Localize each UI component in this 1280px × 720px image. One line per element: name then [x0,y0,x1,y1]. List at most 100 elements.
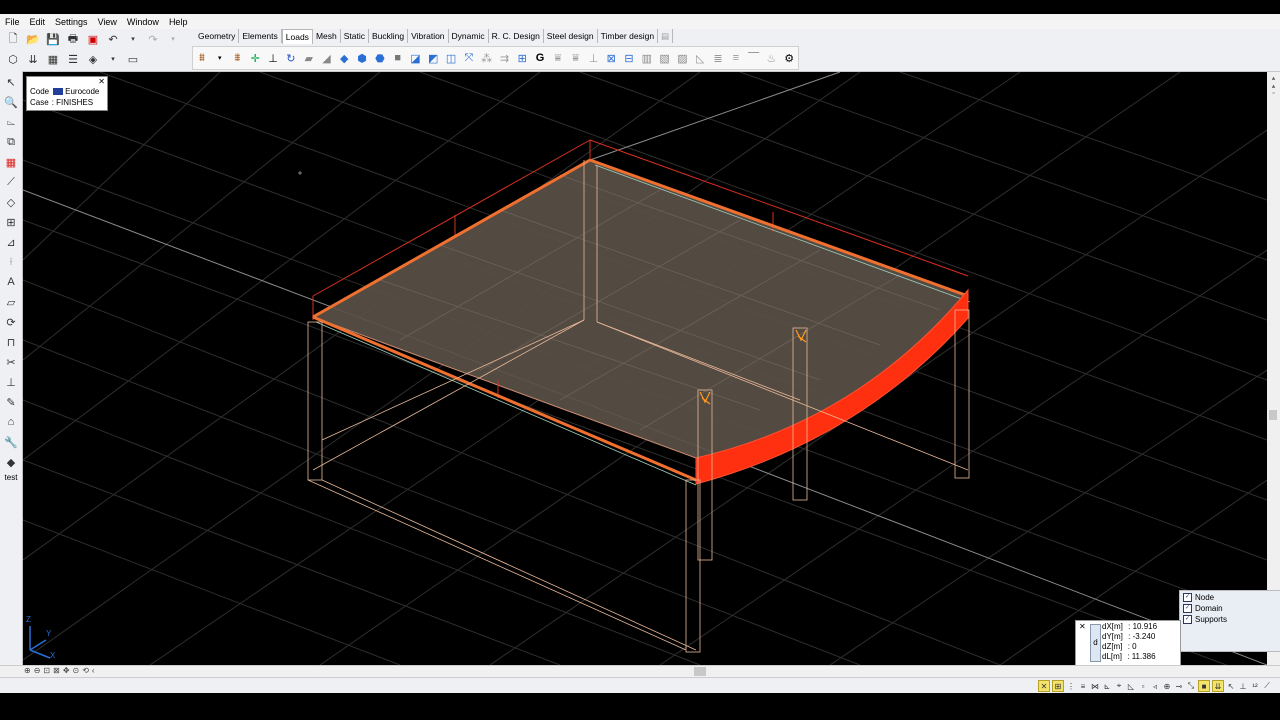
info-diamond-icon[interactable]: ◆ [2,453,20,471]
vertical-scrollbar[interactable]: ▴ ▴ ▫ [1267,72,1280,665]
combination-icon[interactable]: ⩸ [550,50,565,66]
grid-icon[interactable]: ⊞ [2,213,20,231]
rotate-view-icon[interactable]: ⟲ [82,666,89,675]
column-icon[interactable]: ⊓ [2,333,20,351]
redo-icon[interactable]: ↷ [145,31,161,47]
model-drawing[interactable] [23,72,1267,665]
menu-file[interactable]: File [0,17,25,27]
menu-help[interactable]: Help [164,17,193,27]
checkbox-icon[interactable]: ✓ [1183,592,1192,602]
tab-rc-design[interactable]: R. C. Design [488,29,544,43]
list-icon[interactable]: ☰ [65,51,81,67]
beam-icon[interactable]: ⟋ [2,173,20,191]
model-dropdown-icon[interactable]: ▾ [105,51,121,67]
layer-node[interactable]: ✓ Node [1180,592,1280,602]
tab-static[interactable]: Static [340,29,369,43]
zoom-out-icon[interactable]: ⊖ [34,666,41,675]
block-load-icon[interactable]: ■ [390,50,405,66]
tab-loads[interactable]: Loads [281,29,313,44]
flat-icon[interactable]: ⎺ [746,50,761,66]
pan-icon[interactable]: ✥ [63,666,70,675]
imposed-load-icon[interactable]: ⊞ [515,50,530,66]
cursor-icon[interactable]: ↖ [1226,681,1236,691]
window-icon[interactable]: ▭ [125,51,141,67]
load-group-icon[interactable]: ⩩ [230,50,245,66]
checkbox-icon[interactable]: ✓ [1183,614,1192,624]
checkbox-icon[interactable]: ✓ [1183,603,1192,613]
object-snap-icon[interactable]: ⊕ [1162,681,1172,691]
load-case-dropdown-icon[interactable]: ▾ [212,50,227,66]
collapse-icon[interactable]: ‹ [92,666,95,675]
fire-icon[interactable]: ♨ [764,50,779,66]
tab-steel-design[interactable]: Steel design [543,29,598,43]
slope-icon[interactable]: ◺ [693,50,708,66]
table-icon[interactable]: ▦ [45,51,61,67]
snap-mid-icon[interactable]: ⋈ [1090,681,1100,691]
save-icon[interactable]: 💾 [45,31,61,47]
new-file-icon[interactable]: 🗋 [5,31,21,47]
tab-buckling[interactable]: Buckling [369,29,409,43]
scroll-up-2-icon[interactable]: ▴ [1267,82,1280,90]
load-case-icon[interactable]: ⩩ [195,50,210,66]
frame-2-icon[interactable]: ▧ [657,50,672,66]
settings-icon[interactable]: ⚙ [782,50,797,66]
layer-toggle-icon[interactable]: ■ [1198,680,1210,692]
tab-mesh[interactable]: Mesh [312,29,341,43]
frame-3-icon[interactable]: ▨ [675,50,690,66]
pencil-icon[interactable]: ✎ [2,393,20,411]
menu-window[interactable]: Window [122,17,164,27]
polar-icon[interactable]: ◃ [1150,681,1160,691]
temperature-load-icon[interactable]: ⁂ [479,50,494,66]
snap-line-icon[interactable]: ≡ [1078,681,1088,691]
snap-tangent-icon[interactable]: ⌖ [1114,681,1124,691]
line-load-icon[interactable]: ⊥ [266,50,281,66]
units-icon[interactable]: ¹² [1250,681,1260,691]
layer-supports[interactable]: ✓ Supports [1180,614,1280,624]
gravity-icon[interactable]: G [533,50,548,66]
load-icon[interactable]: ⇊ [25,51,41,67]
model-viewport[interactable] [23,72,1267,665]
rotate-icon[interactable]: ⟳ [2,313,20,331]
tab-elements[interactable]: Elements [239,29,282,43]
resize-grip-icon[interactable]: ⟋ [1262,681,1272,691]
frame-icon[interactable]: ▥ [639,50,654,66]
tracking-icon[interactable]: ⊸ [1174,681,1184,691]
color-palette-icon[interactable]: ▦ [2,153,20,171]
zoom-previous-icon[interactable]: ⊙ [73,666,80,675]
zoom-icon[interactable]: 🔍 [2,93,20,111]
redo-dropdown-icon[interactable]: ▾ [165,31,181,47]
support-icon[interactable]: ⊥ [2,373,20,391]
snow-load-icon[interactable]: ◫ [444,50,459,66]
load-display-icon[interactable]: ⇊ [1212,680,1224,692]
snap-off-icon[interactable]: ✕ [1038,680,1050,692]
scroll-thumb[interactable] [1269,410,1277,420]
snap-grid-icon[interactable]: ⊞ [1052,680,1064,692]
scroll-up-icon[interactable]: ▴ [1267,74,1280,82]
print-icon[interactable]: 🖶 [65,31,81,47]
zoom-in-icon[interactable]: ⊕ [24,666,31,675]
group-icon[interactable]: ⊠ [604,50,619,66]
node-icon[interactable]: ◇ [2,193,20,211]
slab-icon[interactable]: ▱ [2,293,20,311]
ortho-icon[interactable]: ▫ [1138,681,1148,691]
zoom-all-icon[interactable]: ⊠ [53,666,60,675]
hscroll-thumb[interactable] [694,667,706,676]
tools-icon[interactable]: 🔧 [2,433,20,451]
menu-settings[interactable]: Settings [50,17,93,27]
close-icon[interactable]: ✕ [98,77,105,86]
moving-load-icon[interactable]: ⇉ [497,50,512,66]
dyn-icon[interactable]: ⤡ [1186,681,1196,691]
copy-icon[interactable]: ⧉ [2,133,20,151]
pdf-icon[interactable]: ▣ [85,31,101,47]
volume-load-icon[interactable]: ⬢ [355,50,370,66]
model-icon[interactable]: ◈ [85,51,101,67]
tab-timber-design[interactable]: Timber design [597,29,659,43]
close-icon[interactable]: ✕ [1079,622,1086,631]
tab-vibration[interactable]: Vibration [408,29,449,43]
tab-more[interactable]: ▤ [658,29,674,43]
align-2-icon[interactable]: ≡ [728,50,743,66]
crane-load-icon[interactable]: ⤧ [461,50,476,66]
surface-load-2-icon[interactable]: ◢ [319,50,334,66]
zoom-window-icon[interactable]: ⊡ [43,666,50,675]
snap-perp-icon[interactable]: ⊾ [1102,681,1112,691]
